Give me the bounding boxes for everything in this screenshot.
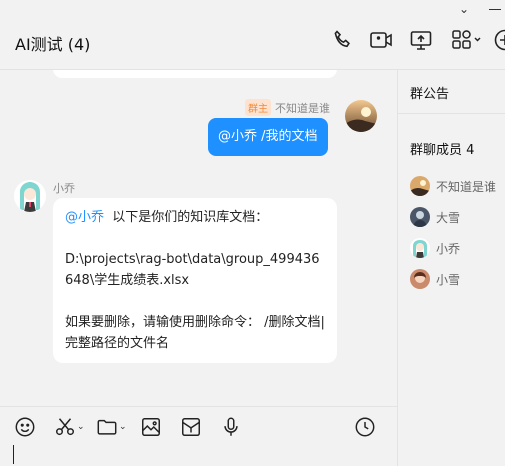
- message-line: @小乔 以下是你们的知识库文档：: [65, 207, 325, 228]
- emoji-icon[interactable]: [14, 415, 36, 439]
- title-bar: ⌄ AI测试 (4): [0, 0, 505, 70]
- message-bubble-xiaoqiao[interactable]: @小乔 以下是你们的知识库文档： D:\projects\rag-bot\dat…: [53, 198, 337, 363]
- microphone-icon[interactable]: [220, 415, 242, 439]
- screen-share-icon[interactable]: [409, 28, 433, 52]
- message-input[interactable]: [8, 443, 388, 465]
- member-avatar: [410, 176, 430, 196]
- member-name: 小雪: [436, 272, 461, 287]
- member-name: 大雪: [436, 210, 461, 225]
- chevron-down-icon[interactable]: ⌄: [77, 422, 85, 432]
- delete-instruction-text: 如果要删除，请输使用删除命令： /删除文档|完整路径的文件名: [65, 315, 325, 351]
- chat-title: AI测试 (4): [15, 35, 91, 54]
- member-item[interactable]: 小雪: [410, 269, 460, 289]
- phone-icon[interactable]: [331, 28, 355, 52]
- history-clock-icon[interactable]: [354, 415, 376, 439]
- group-announcement-label[interactable]: 群公告: [410, 83, 449, 102]
- member-avatar: [410, 238, 430, 258]
- chat-message-area[interactable]: 群主 不知道是谁 @小乔 /我的文档 小乔 @小乔 以下是你们的知识库文档： D…: [0, 70, 397, 406]
- text-cursor: [13, 445, 14, 464]
- avatar-me[interactable]: [345, 100, 377, 132]
- sender-row-me: 群主 不知道是谁: [245, 99, 330, 116]
- sidebar-divider: [398, 113, 505, 114]
- message-composer: ⌄ ⌄: [0, 406, 397, 466]
- owner-badge: 群主: [245, 99, 271, 116]
- sender-name: 小乔: [53, 182, 75, 195]
- member-avatar: [410, 269, 430, 289]
- group-members-label[interactable]: 群聊成员 4: [410, 139, 474, 158]
- image-icon[interactable]: [140, 415, 162, 439]
- scissors-screenshot-icon[interactable]: ⌄: [54, 415, 85, 439]
- mention-link[interactable]: @小乔: [65, 210, 104, 225]
- file-path-text: D:\projects\rag-bot\data\group_499436648…: [65, 252, 320, 288]
- window-minimize-icon[interactable]: [489, 9, 501, 10]
- window-menu-chevron-icon[interactable]: ⌄: [459, 2, 469, 16]
- group-sidebar: 群公告 群聊成员 4 不知道是谁 大雪 小乔 小雪: [397, 70, 505, 466]
- sender-name: 不知道是谁: [275, 101, 330, 115]
- sender-row-xiaoqiao: 小乔: [53, 180, 75, 196]
- apps-grid-icon[interactable]: [451, 28, 483, 52]
- member-item[interactable]: 小乔: [410, 238, 460, 258]
- chevron-down-icon[interactable]: ⌄: [119, 422, 127, 432]
- member-item[interactable]: 不知道是谁: [410, 176, 496, 196]
- add-icon[interactable]: [493, 28, 505, 52]
- folder-icon[interactable]: ⌄: [96, 415, 127, 439]
- video-call-icon[interactable]: [369, 28, 393, 52]
- message-text: 以下是你们的知识库文档：: [112, 210, 269, 225]
- member-avatar: [410, 207, 430, 227]
- message-bubble-me[interactable]: @小乔 /我的文档: [208, 118, 328, 156]
- member-name: 小乔: [436, 241, 461, 256]
- avatar-xiaoqiao[interactable]: [14, 180, 46, 212]
- red-packet-icon[interactable]: [180, 415, 202, 439]
- member-item[interactable]: 大雪: [410, 207, 460, 227]
- previous-message-bubble: [53, 70, 337, 78]
- member-name: 不知道是谁: [436, 179, 497, 194]
